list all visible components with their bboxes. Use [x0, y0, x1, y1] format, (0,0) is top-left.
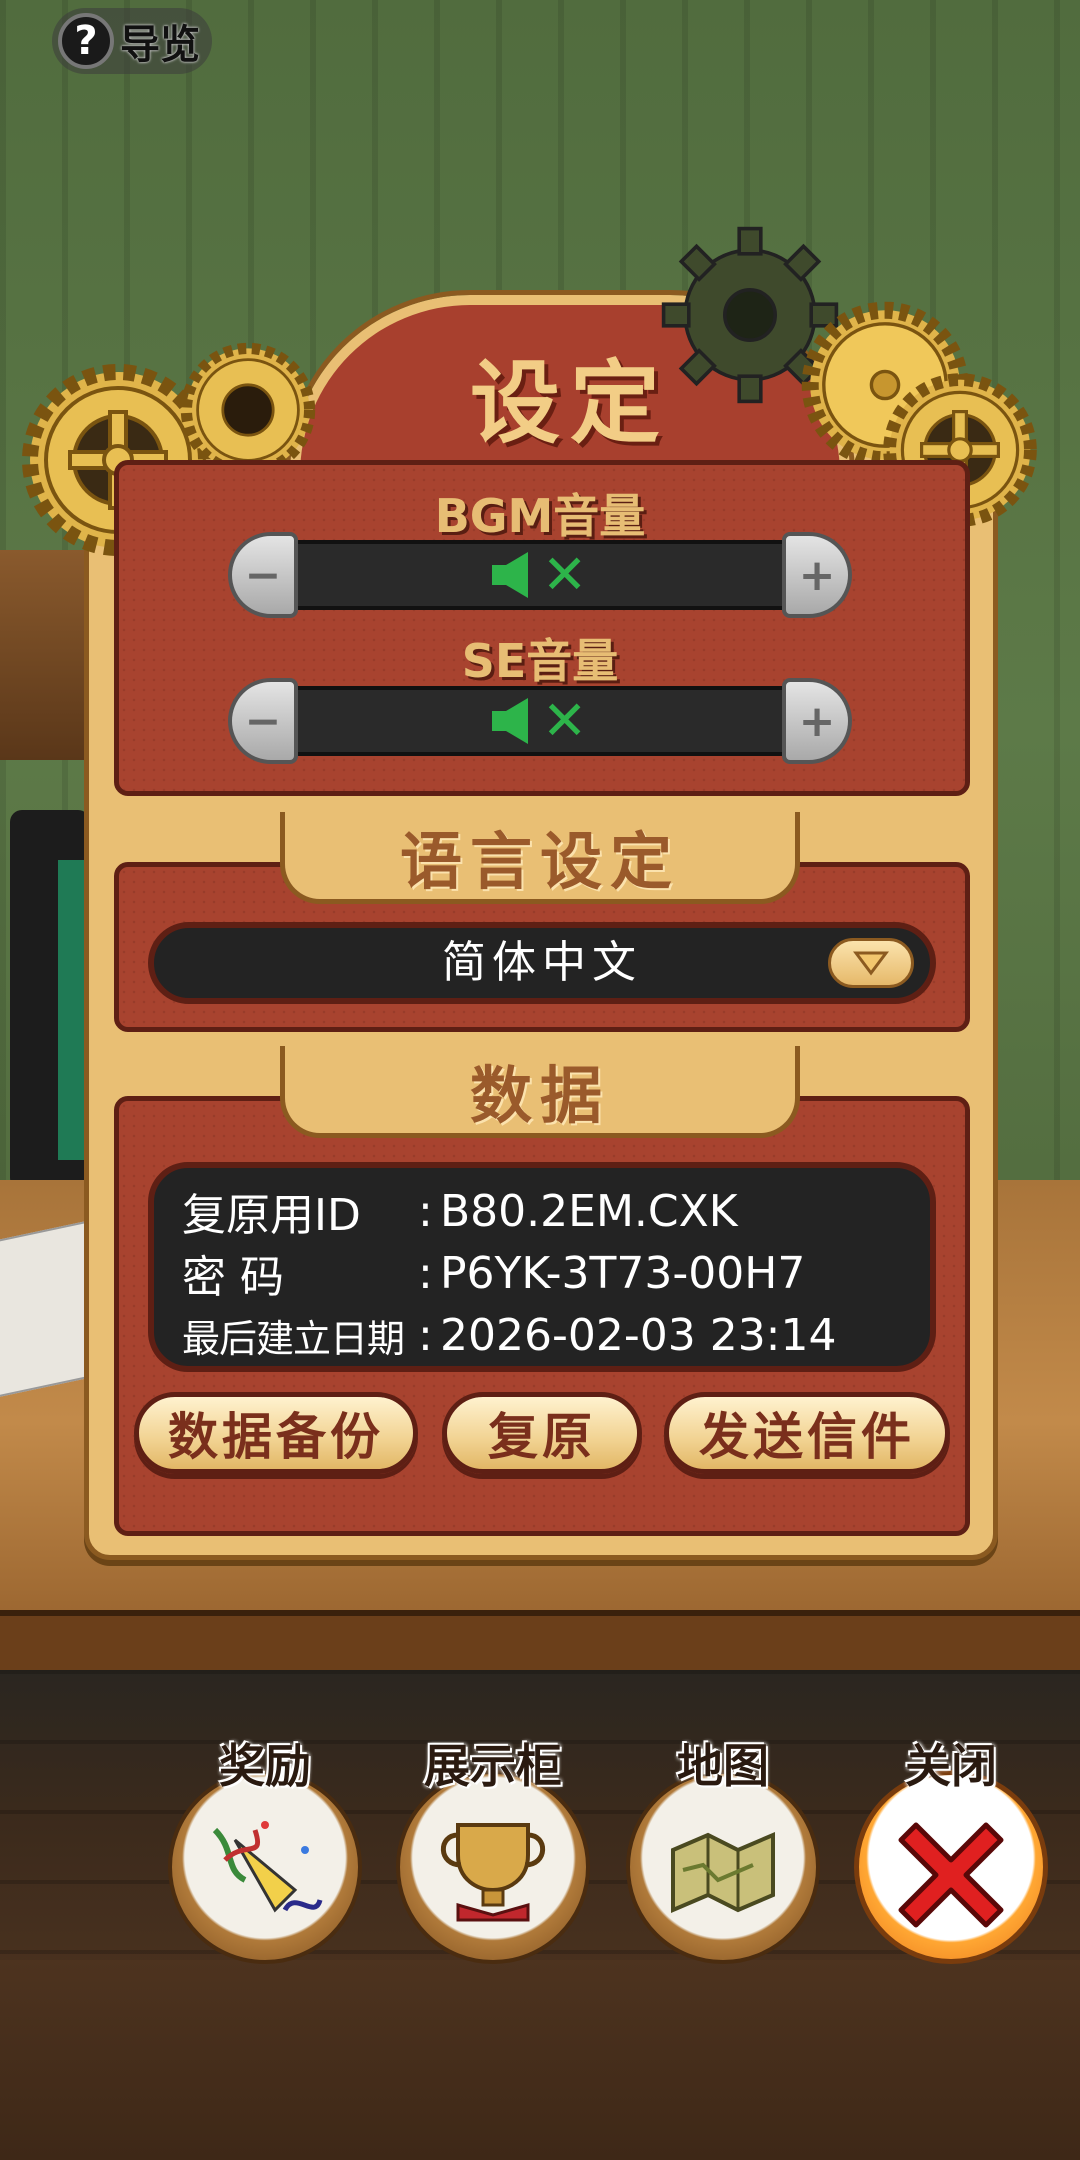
nav-map-button[interactable]: 地图: [618, 1730, 828, 1964]
close-icon: [898, 1822, 1004, 1928]
colon: :: [418, 1185, 433, 1237]
restore-id-value: B80.2EM.CXK: [440, 1185, 738, 1237]
restore-button[interactable]: 复原: [442, 1392, 642, 1474]
mute-x-icon: ✕: [542, 689, 588, 752]
data-backup-button[interactable]: 数据备份: [134, 1392, 418, 1474]
speaker-icon: [492, 698, 528, 744]
info-row-last-created: 最后建立日期 : 2026-02-03 23:14: [182, 1304, 930, 1366]
info-row-password: 密 码 : P6YK-3T73-00H7: [182, 1242, 930, 1304]
desk-edge: [0, 1610, 1080, 1676]
trophy-icon: [440, 1823, 546, 1922]
data-header: 数据: [280, 1046, 800, 1138]
mute-icon: ✕: [490, 543, 590, 606]
nav-close-label: 关闭: [905, 1739, 997, 1793]
nav-map-label: 地图: [677, 1739, 769, 1793]
guide-label: 导览: [120, 22, 200, 68]
nav-showcase-button[interactable]: 展示柜: [388, 1730, 598, 1964]
floor-bottom: [0, 1960, 1080, 2160]
language-settings-header: 语言设定: [280, 812, 800, 904]
last-created-date-value: 2026-02-03 23:14: [440, 1309, 837, 1361]
colon: :: [418, 1247, 433, 1299]
map-icon: [671, 1831, 775, 1914]
nav-showcase-label: 展示柜: [424, 1739, 562, 1793]
se-volume-decrease-button[interactable]: −: [228, 678, 298, 764]
colon: :: [418, 1309, 433, 1361]
bgm-volume-slider[interactable]: − + ✕: [228, 532, 852, 618]
dropdown-button[interactable]: [828, 938, 914, 988]
monitor-screen: [58, 860, 86, 1160]
mute-icon: ✕: [490, 689, 590, 752]
account-info-box: 复原用ID : B80.2EM.CXK 密 码 : P6YK-3T73-00H7…: [148, 1162, 936, 1372]
guide-button[interactable]: ? 导览: [52, 8, 212, 74]
nav-rewards-label: 奖励: [219, 1739, 311, 1793]
se-volume-increase-button[interactable]: +: [782, 678, 852, 764]
last-created-date-label: 最后建立日期: [182, 1316, 405, 1361]
bgm-volume-increase-button[interactable]: +: [782, 532, 852, 618]
mute-x-icon: ✕: [542, 543, 588, 606]
shelf: [0, 550, 94, 760]
restore-id-label: 复原用ID: [182, 1190, 361, 1241]
language-select[interactable]: 简体中文: [148, 922, 936, 1004]
send-mail-button[interactable]: 发送信件: [664, 1392, 950, 1474]
question-icon: ?: [58, 13, 114, 69]
chevron-down-icon: [853, 951, 889, 976]
se-volume-slider[interactable]: − + ✕: [228, 678, 852, 764]
nav-rewards-button[interactable]: 奖励: [160, 1730, 370, 1964]
language-selected-value: 简体中文: [442, 937, 642, 988]
party-popper-icon: [212, 1821, 323, 1913]
speaker-icon: [492, 552, 528, 598]
nav-close-button[interactable]: 关闭: [846, 1730, 1056, 1964]
bgm-volume-decrease-button[interactable]: −: [228, 532, 298, 618]
password-label: 密 码: [182, 1252, 284, 1303]
gear-icon: [180, 342, 316, 478]
password-value: P6YK-3T73-00H7: [440, 1247, 806, 1299]
info-row-restore-id: 复原用ID : B80.2EM.CXK: [182, 1180, 930, 1242]
